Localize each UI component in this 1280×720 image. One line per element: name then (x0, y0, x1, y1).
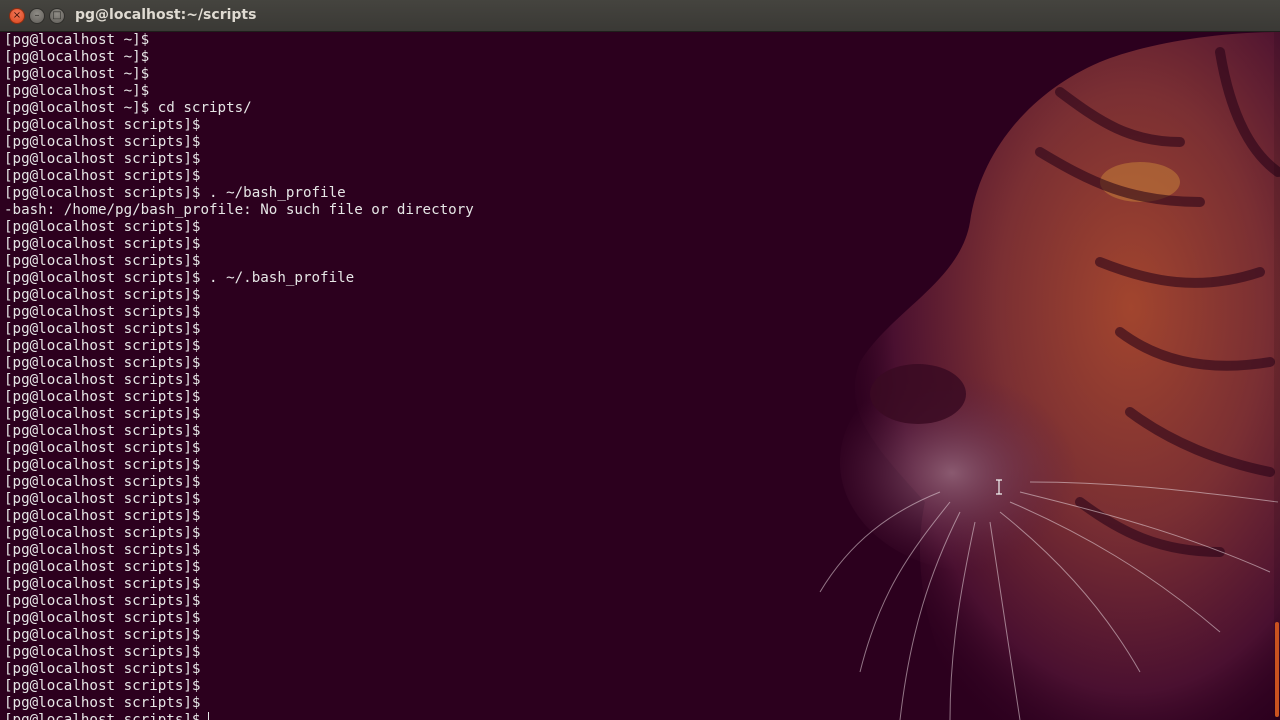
terminal-line: [pg@localhost scripts]$ (4, 134, 474, 151)
terminal-line: [pg@localhost scripts]$ (4, 440, 474, 457)
terminal-line: [pg@localhost scripts]$ (4, 355, 474, 372)
terminal-line: [pg@localhost ~]$ cd scripts/ (4, 100, 474, 117)
terminal-line: [pg@localhost scripts]$ (4, 372, 474, 389)
minimize-button[interactable]: – (29, 8, 45, 24)
terminal-line: [pg@localhost scripts]$ (4, 253, 474, 270)
terminal-line: [pg@localhost scripts]$ (4, 508, 474, 525)
terminal-line-text: [pg@localhost scripts]$ (4, 542, 201, 558)
ibeam-cursor-icon (996, 479, 1002, 495)
terminal-line: [pg@localhost scripts]$ (4, 117, 474, 134)
terminal-line-text: [pg@localhost scripts]$ (4, 644, 201, 660)
terminal-line: [pg@localhost scripts]$ (4, 287, 474, 304)
terminal-window: × – □ pg@localhost:~/scripts [pg@localho… (0, 0, 1280, 720)
terminal-line-text: [pg@localhost scripts]$ (4, 423, 201, 439)
terminal-line-text: [pg@localhost scripts]$ . ~/.bash_profil… (4, 270, 355, 286)
terminal-line: [pg@localhost scripts]$ (4, 236, 474, 253)
terminal-line-text: [pg@localhost scripts]$ (4, 491, 201, 507)
terminal-line-text: [pg@localhost scripts]$ (4, 253, 201, 269)
terminal-line: [pg@localhost scripts]$ (4, 661, 474, 678)
maximize-button[interactable]: □ (49, 8, 65, 24)
terminal-line: [pg@localhost scripts]$ (4, 525, 474, 542)
terminal-line-text: [pg@localhost scripts]$ (4, 338, 201, 354)
scrollbar-thumb[interactable] (1275, 622, 1279, 717)
terminal-line: [pg@localhost scripts]$ (4, 695, 474, 712)
terminal-line: [pg@localhost scripts]$ (4, 559, 474, 576)
terminal-line-text: [pg@localhost scripts]$ (4, 457, 201, 473)
terminal-line-text: [pg@localhost scripts]$ (4, 525, 201, 541)
terminal-line: [pg@localhost scripts]$ (4, 168, 474, 185)
terminal-line: [pg@localhost scripts]$ (4, 304, 474, 321)
terminal-line-text: [pg@localhost scripts]$ . ~/bash_profile (4, 185, 346, 201)
terminal-line-text: [pg@localhost scripts]$ (4, 236, 201, 252)
terminal-line-text: [pg@localhost scripts]$ (4, 355, 201, 371)
terminal-area[interactable]: [pg@localhost ~]$ [pg@localhost ~]$ [pg@lo… (0, 32, 1280, 720)
terminal-line-text: [pg@localhost ~]$ (4, 66, 150, 82)
terminal-line-text: [pg@localhost ~]$ (4, 49, 150, 65)
terminal-line-text: [pg@localhost scripts]$ (4, 440, 201, 456)
terminal-line: [pg@localhost scripts]$ (4, 491, 474, 508)
terminal-line: [pg@localhost scripts]$ (4, 474, 474, 491)
terminal-line-text: [pg@localhost scripts]$ (4, 627, 201, 643)
maximize-icon: □ (52, 10, 62, 21)
terminal-line: [pg@localhost scripts]$ (4, 423, 474, 440)
terminal-line-text: [pg@localhost scripts]$ (4, 219, 201, 235)
terminal-line-text: [pg@localhost scripts]$ (4, 712, 201, 720)
tiger-face-icon (819, 32, 1280, 720)
terminal-line: [pg@localhost scripts]$ . ~/.bash_profil… (4, 270, 474, 287)
close-icon: × (12, 10, 22, 21)
terminal-line: [pg@localhost scripts]$ (4, 644, 474, 661)
terminal-line-text: [pg@localhost scripts]$ (4, 304, 201, 320)
terminal-line-text: [pg@localhost scripts]$ (4, 695, 201, 711)
terminal-line-text: -bash: /home/pg/bash_profile: No such fi… (4, 202, 474, 218)
title-bar[interactable]: × – □ pg@localhost:~/scripts (0, 0, 1280, 32)
terminal-line-text: [pg@localhost scripts]$ (4, 610, 201, 626)
terminal-line-text: [pg@localhost scripts]$ (4, 321, 201, 337)
terminal-line-text: [pg@localhost scripts]$ (4, 593, 201, 609)
terminal-line: [pg@localhost scripts]$ (4, 321, 474, 338)
minimize-icon: – (34, 10, 40, 21)
terminal-line-text: [pg@localhost scripts]$ (4, 134, 201, 150)
terminal-line-text: [pg@localhost scripts]$ (4, 678, 201, 694)
terminal-line: [pg@localhost ~]$ (4, 66, 474, 83)
terminal-line: [pg@localhost scripts]$ (4, 389, 474, 406)
terminal-line: [pg@localhost scripts]$ (4, 610, 474, 627)
terminal-line-text: [pg@localhost ~]$ cd scripts/ (4, 100, 252, 116)
terminal-line: [pg@localhost ~]$ (4, 83, 474, 100)
terminal-line: [pg@localhost scripts]$ (4, 576, 474, 593)
terminal-line-text: [pg@localhost ~]$ (4, 83, 150, 99)
terminal-line: [pg@localhost scripts]$ (4, 219, 474, 236)
terminal-line: [pg@localhost scripts]$ (4, 457, 474, 474)
terminal-line-text: [pg@localhost scripts]$ (4, 168, 201, 184)
terminal-line-text: [pg@localhost scripts]$ (4, 576, 201, 592)
window-title: pg@localhost:~/scripts (75, 7, 257, 23)
terminal-line: [pg@localhost scripts]$ (4, 151, 474, 168)
terminal-line: -bash: /home/pg/bash_profile: No such fi… (4, 202, 474, 219)
terminal-line: [pg@localhost scripts]$ (4, 338, 474, 355)
terminal-line-text: [pg@localhost scripts]$ (4, 661, 201, 677)
terminal-line-text: [pg@localhost scripts]$ (4, 406, 201, 422)
terminal-line-text: [pg@localhost scripts]$ (4, 287, 201, 303)
terminal-line-text: [pg@localhost ~]$ (4, 32, 150, 48)
terminal-line-text: [pg@localhost scripts]$ (4, 508, 201, 524)
terminal-line: [pg@localhost scripts]$ (4, 406, 474, 423)
terminal-output: [pg@localhost ~]$ [pg@localhost ~]$ [pg@lo… (4, 32, 474, 720)
terminal-line-text: [pg@localhost scripts]$ (4, 474, 201, 490)
terminal-line: [pg@localhost ~]$ (4, 32, 474, 49)
terminal-line: [pg@localhost scripts]$ (4, 593, 474, 610)
terminal-line-text: [pg@localhost scripts]$ (4, 372, 201, 388)
close-button[interactable]: × (9, 8, 25, 24)
terminal-line-text: [pg@localhost scripts]$ (4, 117, 201, 133)
terminal-line: [pg@localhost scripts]$ (4, 542, 474, 559)
terminal-line: [pg@localhost scripts]$ (4, 627, 474, 644)
terminal-line: [pg@localhost scripts]$ (4, 678, 474, 695)
terminal-line-text: [pg@localhost scripts]$ (4, 389, 201, 405)
terminal-line: [pg@localhost scripts]$ . ~/bash_profile (4, 185, 474, 202)
text-cursor (208, 712, 210, 720)
terminal-line-text: [pg@localhost scripts]$ (4, 559, 201, 575)
terminal-line-text: [pg@localhost scripts]$ (4, 151, 201, 167)
vertical-scrollbar[interactable] (1274, 32, 1280, 720)
terminal-line: [pg@localhost scripts]$ (4, 712, 474, 720)
terminal-line: [pg@localhost ~]$ (4, 49, 474, 66)
